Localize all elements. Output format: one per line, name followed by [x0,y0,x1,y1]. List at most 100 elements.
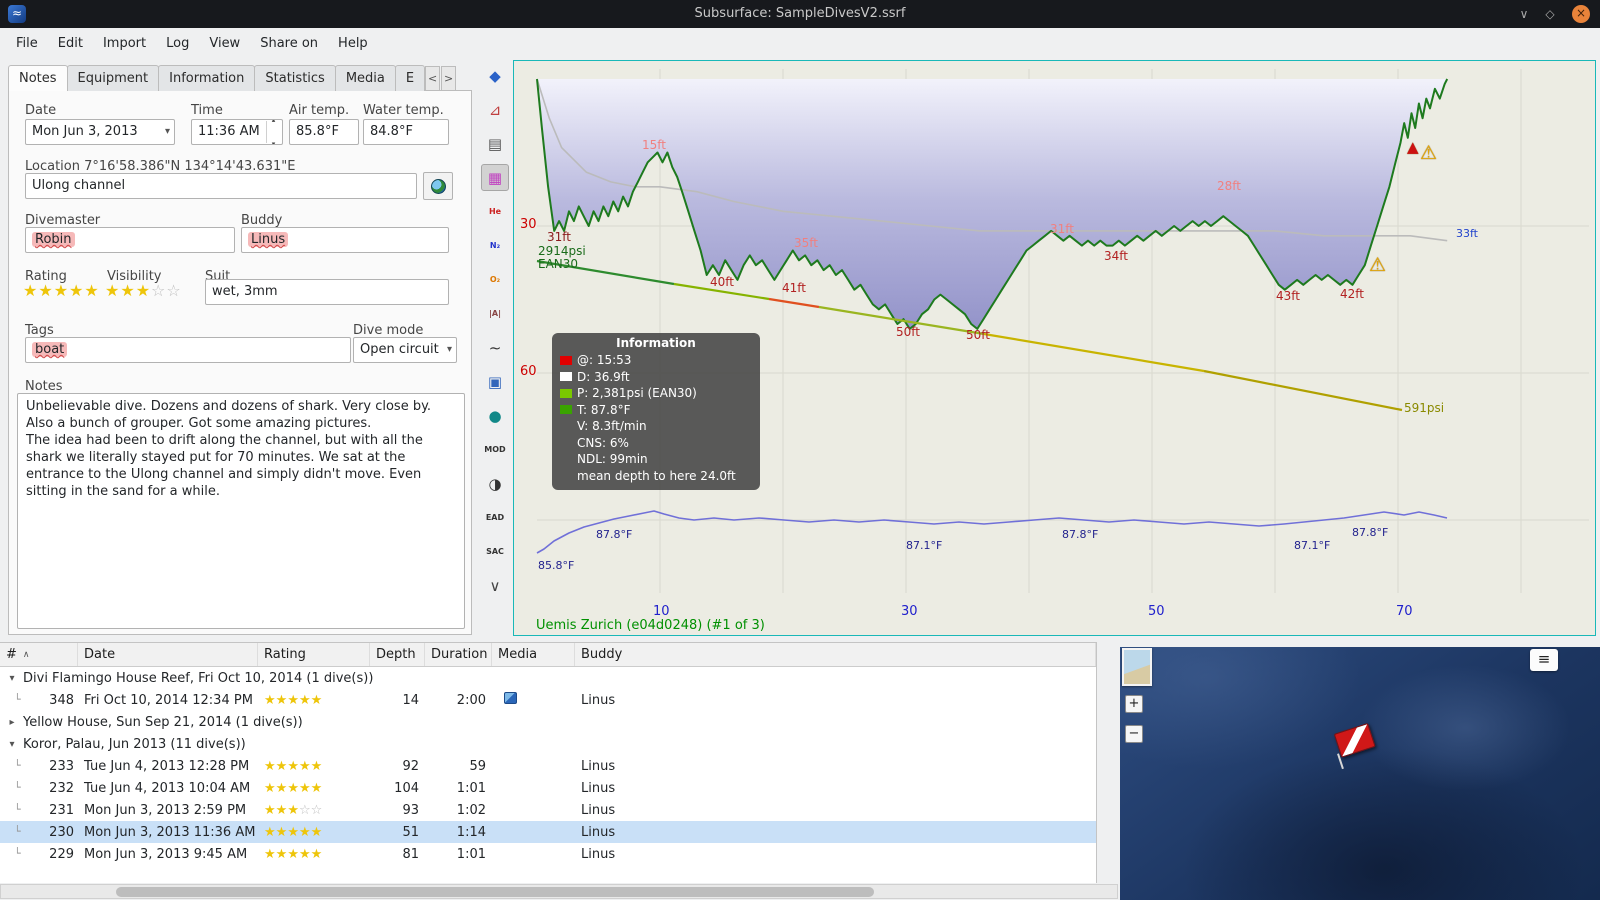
tab-media[interactable]: Media [334,65,396,91]
sac-icon[interactable]: SAC [481,538,509,565]
menu-help[interactable]: Help [328,32,378,55]
dive-mode-select[interactable]: Open circuit ▾ [353,337,457,363]
chart-label: 30 [901,604,918,619]
column-header-rating[interactable]: Rating [258,643,370,666]
dive-buddy: Linus [581,824,616,840]
tab-information[interactable]: Information [158,65,256,91]
gas-icon[interactable]: ● [481,402,509,429]
chevron-down-icon[interactable]: ▾ [447,338,452,362]
star-filled-icon: ★ [298,846,311,862]
tags-field[interactable]: boat [25,337,351,363]
globe-button[interactable] [423,172,453,200]
warning-triangle-icon: ⚠ [1369,254,1387,276]
divemaster-field[interactable]: Robin [25,227,235,253]
tab-e[interactable]: E [394,65,426,91]
column-header-depth[interactable]: Depth [370,643,425,666]
zoom-in-button[interactable]: + [1125,695,1143,713]
dive-row[interactable]: └ 232 Tue Jun 4, 2013 10:04 AM ★★★★★ 104 1:01… [0,777,1096,799]
menu-share-on[interactable]: Share on [250,32,328,55]
profile-settings-icon[interactable]: ▦ [481,164,509,191]
menu-view[interactable]: View [199,32,250,55]
mod-icon[interactable]: MOD [481,436,509,463]
menu-edit[interactable]: Edit [48,32,93,55]
zoom-out-button[interactable]: − [1125,725,1143,743]
media-icon[interactable] [504,692,517,704]
trip-row[interactable]: ▾ Koror, Palau, Jun 2013 (11 dive(s)) [0,733,1096,755]
star-filled-icon: ★ [287,692,299,708]
swimmer-icon[interactable]: ◆ [481,62,509,89]
dive-row[interactable]: └ 233 Tue Jun 4, 2013 12:28 PM ★★★★★ 92 59 Lin… [0,755,1096,777]
tab-statistics[interactable]: Statistics [254,65,336,91]
scrollbar-handle[interactable] [116,887,874,897]
chevron-down-icon[interactable]: ▾ [165,120,170,144]
photos-icon[interactable]: ▣ [481,368,509,395]
trip-row[interactable]: ▸ Yellow House, Sun Sep 21, 2014 (1 dive(… [0,711,1096,733]
maximize-icon[interactable]: ◇ [1540,4,1560,24]
minimize-icon[interactable]: ∨ [1514,4,1534,24]
column-header-num[interactable]: # ∧ [0,643,78,666]
dive-row[interactable]: └ 229 Mon Jun 3, 2013 9:45 AM ★★★★★ 81 1:01 Li… [0,843,1096,865]
visibility-stars[interactable]: ★★★☆☆ [105,283,182,300]
dive-number: 232 [49,780,74,796]
toolbar-chevron-down-icon[interactable]: ∨ [481,572,509,599]
close-icon[interactable]: × [1572,5,1590,23]
collapse-icon[interactable]: ▾ [6,673,18,684]
menu-file[interactable]: File [6,32,48,55]
spinner-icons[interactable]: ▴ ▾ [266,120,280,144]
menu-import[interactable]: Import [93,32,156,55]
ead-icon[interactable]: EAD [481,504,509,531]
column-header-duration[interactable]: Duration [425,643,492,666]
water-temp-field[interactable]: 84.8°F [363,119,449,145]
column-header-buddy[interactable]: Buddy [575,643,1096,666]
air-temp-field[interactable]: 85.8°F [289,119,359,145]
dive-site-flag-marker[interactable] [1333,722,1383,770]
chart-label: 31ft [547,230,571,244]
tissue-heatmap-icon[interactable]: |A| [481,300,509,327]
dive-profile-chart[interactable]: 15ft 28ft 35ft 31ft 31ft 2914psi EAN30 40ft 41ft… [513,60,1596,636]
map-menu-button[interactable]: ≡ [1530,649,1558,671]
rating-stars[interactable]: ★★★★★ [23,283,100,300]
ruler-icon[interactable]: ⊿ [481,96,509,123]
column-header-date[interactable]: Date [78,643,258,666]
star-filled-icon: ★ [298,780,311,796]
map[interactable]: + − ≡ [1120,647,1600,900]
dive-row[interactable]: └ 348 Fri Oct 10, 2014 12:34 PM ★★★★★ 14 2:00… [0,689,1096,711]
time-spinbox[interactable]: 11:36 AM ▴ ▾ [191,119,283,145]
nitrogen-graph-icon[interactable]: N₂ [481,232,509,259]
ndl-icon[interactable]: ◑ [481,470,509,497]
expand-icon[interactable]: ▸ [6,717,18,728]
tab-scroll-left[interactable]: < [425,66,441,91]
tab-equipment[interactable]: Equipment [66,65,160,91]
menu-log[interactable]: Log [156,32,199,55]
dive-buddy: Linus [581,780,616,796]
trip-label: Divi Flamingo House Reef, Fri Oct 10, 20… [23,670,374,686]
notes-textarea[interactable]: Unbelievable dive. Dozens and dozens of … [17,393,465,629]
buddy-field[interactable]: Linus [241,227,449,253]
trip-row[interactable]: ▾ Divi Flamingo House Reef, Fri Oct 10, 2… [0,667,1096,689]
location-field[interactable]: Ulong channel [25,173,417,199]
star-empty-icon: ☆ [298,802,311,818]
scale-icon[interactable]: ▤ [481,130,509,157]
helium-graph-icon[interactable]: He [481,198,509,225]
map-overview-thumbnail[interactable] [1122,648,1152,686]
column-header-media[interactable]: Media [492,643,575,666]
dive-duration: 1:14 [456,824,486,840]
legend-chip-icon [560,455,572,464]
heart-rate-icon[interactable]: ∼ [481,334,509,361]
chart-label: 15ft [642,138,666,152]
collapse-icon[interactable]: ▾ [6,739,18,750]
dive-row[interactable]: └ 231 Mon Jun 3, 2013 2:59 PM ★★★☆☆ 93 1:02 Li… [0,799,1096,821]
horizontal-scrollbar[interactable] [0,884,1118,899]
oxygen-graph-icon[interactable]: O₂ [481,266,509,293]
star-filled-icon: ★ [310,758,323,774]
tab-notes[interactable]: Notes [8,65,68,91]
tab-scroll-right[interactable]: > [441,66,457,91]
dive-buddy: Linus [581,758,616,774]
legend-chip-icon [560,422,572,431]
dive-row[interactable]: └ 230 Mon Jun 3, 2013 11:36 AM ★★★★★ 51 1:14 L… [0,821,1096,843]
date-combobox[interactable]: Mon Jun 3, 2013 ▾ [25,119,175,145]
chart-label: Uemis Zurich (e04d0248) (#1 of 3) [536,618,765,633]
star-filled-icon: ★ [287,824,299,840]
suit-field[interactable]: wet, 3mm [205,279,449,305]
star-filled-icon: ★ [298,824,311,840]
